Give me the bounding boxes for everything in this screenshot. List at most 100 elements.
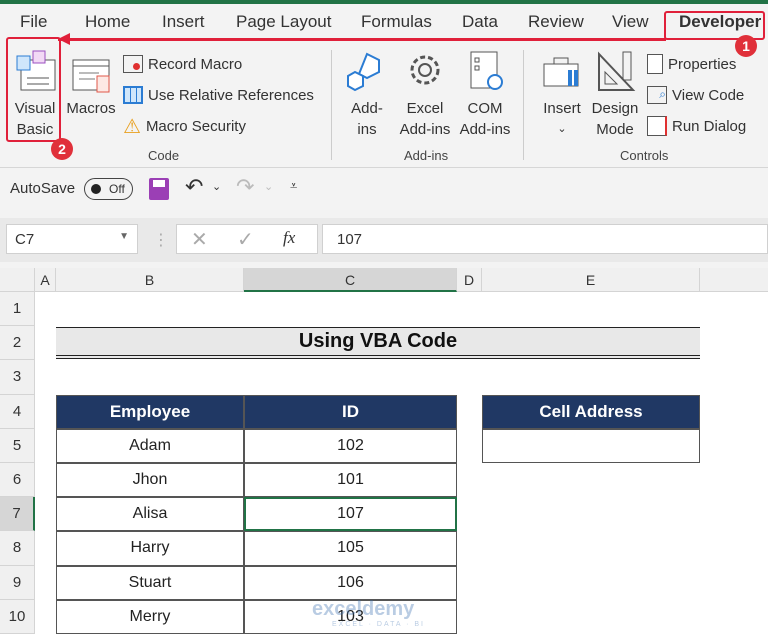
column-header-b[interactable]: B [56, 268, 244, 292]
row-header-3[interactable]: 3 [0, 360, 35, 395]
name-box-dropdown-icon[interactable]: ▼ [119, 231, 129, 242]
record-macro-button[interactable]: Record Macro [123, 52, 242, 76]
addins-button[interactable]: Add- ins [342, 48, 392, 140]
table-cell-employee[interactable]: Harry [56, 531, 244, 566]
com-addins-label-1: COM [467, 100, 503, 117]
macros-icon [72, 59, 110, 93]
ribbon: Visual Basic Macros Record Macro Use Rel… [0, 42, 768, 168]
tab-file[interactable]: File [20, 12, 47, 32]
redo-dropdown-icon[interactable]: ⌄ [264, 180, 273, 193]
table-cell-id[interactable]: 105 [244, 531, 457, 566]
group-label-controls: Controls [620, 148, 669, 163]
run-dialog-button[interactable]: Run Dialog [647, 114, 746, 138]
name-box[interactable]: C7 ▼ [6, 224, 138, 254]
use-relative-references-label: Use Relative References [148, 86, 314, 104]
table-header-id[interactable]: ID [244, 394, 457, 429]
warning-icon: ⚠ [123, 115, 141, 138]
table-grid-icon [123, 86, 143, 104]
view-code-icon: ⌕ [647, 86, 667, 104]
row-header-10[interactable]: 10 [0, 599, 35, 634]
tab-view[interactable]: View [612, 12, 649, 32]
column-header-a[interactable]: A [35, 268, 56, 292]
insert-function-button[interactable]: fx [283, 228, 295, 248]
group-separator [331, 50, 332, 160]
undo-dropdown-icon[interactable]: ⌄ [212, 180, 221, 193]
table-cell-id[interactable]: 101 [244, 463, 457, 498]
record-macro-label: Record Macro [148, 55, 243, 73]
excel-addins-button[interactable]: Excel Add-ins [396, 48, 454, 140]
redo-icon[interactable]: ↷ [236, 174, 254, 200]
table-cell-employee[interactable]: Jhon [56, 463, 244, 498]
enter-check-icon[interactable]: ✓ [237, 227, 254, 252]
selected-cell-c7[interactable]: 107 [244, 497, 457, 532]
insert-control-label: Insert [543, 100, 581, 117]
tab-formulas[interactable]: Formulas [361, 12, 432, 32]
table-cell-id[interactable]: 102 [244, 428, 457, 463]
column-header-c[interactable]: C [244, 268, 457, 292]
cancel-icon[interactable]: ✕ [191, 227, 208, 252]
cell-address-value[interactable] [482, 428, 700, 463]
use-relative-references-button[interactable]: Use Relative References [123, 83, 314, 107]
group-label-code: Code [148, 148, 180, 163]
column-header-f [700, 268, 768, 292]
row-header-1[interactable]: 1 [0, 292, 35, 327]
run-dialog-label: Run Dialog [672, 117, 747, 135]
autosave-label: AutoSave [10, 180, 76, 197]
column-header-d[interactable]: D [457, 268, 482, 292]
design-mode-label-2: Mode [596, 121, 634, 138]
customize-qat-icon[interactable]: ⩡ [290, 178, 297, 194]
cell-address-header[interactable]: Cell Address [482, 394, 700, 429]
design-mode-button[interactable]: Design Mode [589, 48, 641, 140]
com-addins-button[interactable]: COM Add-ins [456, 48, 514, 140]
row-header-5[interactable]: 5 [0, 428, 35, 463]
tab-insert[interactable]: Insert [162, 12, 205, 32]
excel-addins-label-2: Add-ins [399, 121, 451, 138]
autosave-toggle[interactable]: Off [84, 178, 133, 200]
tab-home[interactable]: Home [85, 12, 130, 32]
row-header-7[interactable]: 7 [0, 497, 35, 532]
column-header-e[interactable]: E [482, 268, 700, 292]
table-header-employee[interactable]: Employee [56, 394, 244, 429]
table-cell-employee[interactable]: Adam [56, 428, 244, 463]
insert-control-button[interactable]: Insert ⌄ [537, 48, 587, 140]
tab-review[interactable]: Review [528, 12, 584, 32]
quick-access-toolbar: AutoSave Off ↶ ⌄ ↷ ⌄ ⩡ [0, 170, 768, 210]
addins-label-1: Add- [351, 100, 383, 117]
view-code-button[interactable]: ⌕ View Code [647, 83, 744, 107]
properties-button[interactable]: Properties [647, 52, 736, 76]
table-cell-employee[interactable]: Alisa [56, 497, 244, 532]
com-addins-label-2: Add-ins [459, 121, 511, 138]
group-label-addins: Add-ins [404, 148, 449, 163]
properties-label: Properties [668, 55, 737, 73]
record-macro-icon [123, 55, 143, 73]
row-header-8[interactable]: 8 [0, 531, 35, 566]
properties-icon [647, 54, 663, 74]
row-header-9[interactable]: 9 [0, 565, 35, 600]
toolbox-icon [543, 57, 579, 87]
name-box-value: C7 [15, 231, 35, 248]
row-header-2[interactable]: 2 [0, 326, 35, 361]
formula-input[interactable]: 107 [322, 224, 768, 254]
design-mode-label-1: Design [591, 100, 639, 117]
title-cell[interactable]: Using VBA Code [56, 327, 700, 360]
chevron-down-icon: ⌄ [557, 123, 567, 135]
formula-bar: C7 ▼ ⋮ ✕ ✓ fx 107 [0, 218, 768, 262]
formula-buttons: ✕ ✓ fx [176, 224, 318, 254]
macros-button[interactable]: Macros [64, 48, 118, 119]
undo-icon[interactable]: ↶ [185, 174, 203, 200]
exceldemy-watermark-logo: exceldemy EXCEL · DATA · BI [312, 598, 425, 628]
table-cell-id[interactable]: 106 [244, 565, 457, 600]
select-all-corner[interactable] [0, 268, 35, 292]
splitter-handle-icon[interactable]: ⋮ [153, 230, 169, 250]
autosave-toggle-state: Off [109, 182, 125, 196]
tab-data[interactable]: Data [462, 12, 498, 32]
gear-icon [410, 55, 440, 85]
view-code-label: View Code [672, 86, 745, 104]
save-icon[interactable] [149, 178, 169, 200]
row-header-6[interactable]: 6 [0, 463, 35, 498]
tab-page-layout[interactable]: Page Layout [236, 12, 331, 32]
macro-security-button[interactable]: ⚠ Macro Security [123, 114, 246, 138]
table-cell-employee[interactable]: Stuart [56, 565, 244, 600]
table-cell-employee[interactable]: Merry [56, 599, 244, 634]
row-header-4[interactable]: 4 [0, 394, 35, 429]
